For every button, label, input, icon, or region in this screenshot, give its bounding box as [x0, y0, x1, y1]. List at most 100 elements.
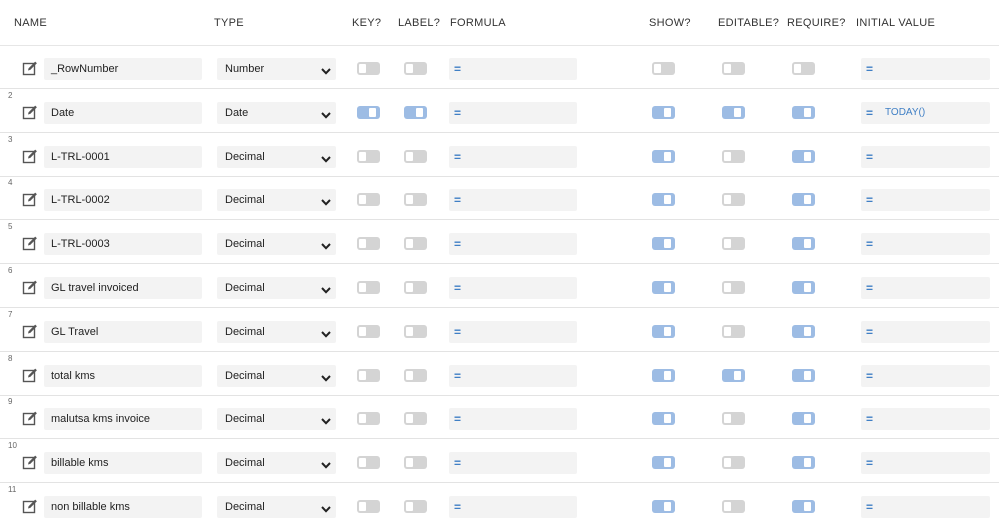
label-toggle[interactable]	[404, 412, 427, 425]
initial-value-field[interactable]: =	[861, 452, 990, 474]
show-toggle[interactable]	[652, 325, 675, 338]
require-toggle[interactable]	[792, 500, 815, 513]
editable-toggle[interactable]	[722, 369, 745, 382]
type-select[interactable]: Decimal	[217, 277, 336, 299]
show-toggle[interactable]	[652, 62, 675, 75]
initial-value-field[interactable]: =	[861, 321, 990, 343]
label-toggle[interactable]	[404, 237, 427, 250]
label-toggle[interactable]	[404, 456, 427, 469]
show-toggle[interactable]	[652, 412, 675, 425]
key-toggle[interactable]	[357, 150, 380, 163]
formula-field[interactable]: =	[449, 233, 577, 255]
editable-toggle[interactable]	[722, 62, 745, 75]
type-select[interactable]: Decimal	[217, 146, 336, 168]
require-toggle[interactable]	[792, 325, 815, 338]
key-toggle[interactable]	[357, 325, 380, 338]
edit-icon[interactable]	[22, 60, 38, 76]
label-toggle[interactable]	[404, 150, 427, 163]
require-toggle[interactable]	[792, 456, 815, 469]
initial-value-field[interactable]: =	[861, 146, 990, 168]
type-select[interactable]: Decimal	[217, 365, 336, 387]
editable-toggle[interactable]	[722, 150, 745, 163]
key-toggle[interactable]	[357, 106, 380, 119]
column-name-field[interactable]: billable kms	[44, 452, 202, 474]
require-toggle[interactable]	[792, 281, 815, 294]
edit-icon[interactable]	[22, 323, 38, 339]
initial-value-field[interactable]: = TODAY()	[861, 102, 990, 124]
editable-toggle[interactable]	[722, 281, 745, 294]
edit-icon[interactable]	[22, 498, 38, 514]
require-toggle[interactable]	[792, 237, 815, 250]
column-name-field[interactable]: L-TRL-0002	[44, 189, 202, 211]
formula-field[interactable]: =	[449, 189, 577, 211]
edit-icon[interactable]	[22, 454, 38, 470]
formula-field[interactable]: =	[449, 408, 577, 430]
formula-field[interactable]: =	[449, 365, 577, 387]
type-select[interactable]: Decimal	[217, 189, 336, 211]
formula-field[interactable]: =	[449, 496, 577, 518]
key-toggle[interactable]	[357, 193, 380, 206]
label-toggle[interactable]	[404, 193, 427, 206]
label-toggle[interactable]	[404, 62, 427, 75]
require-toggle[interactable]	[792, 412, 815, 425]
column-name-field[interactable]: _RowNumber	[44, 58, 202, 80]
label-toggle[interactable]	[404, 500, 427, 513]
show-toggle[interactable]	[652, 237, 675, 250]
type-select[interactable]: Date	[217, 102, 336, 124]
key-toggle[interactable]	[357, 500, 380, 513]
column-name-field[interactable]: GL travel invoiced	[44, 277, 202, 299]
edit-icon[interactable]	[22, 367, 38, 383]
key-toggle[interactable]	[357, 62, 380, 75]
column-name-field[interactable]: malutsa kms invoice	[44, 408, 202, 430]
edit-icon[interactable]	[22, 104, 38, 120]
type-select[interactable]: Decimal	[217, 452, 336, 474]
type-select[interactable]: Decimal	[217, 408, 336, 430]
initial-value-field[interactable]: =	[861, 233, 990, 255]
type-select[interactable]: Decimal	[217, 233, 336, 255]
editable-toggle[interactable]	[722, 500, 745, 513]
edit-icon[interactable]	[22, 235, 38, 251]
type-select[interactable]: Decimal	[217, 321, 336, 343]
formula-field[interactable]: =	[449, 102, 577, 124]
initial-value-field[interactable]: =	[861, 408, 990, 430]
column-name-field[interactable]: Date	[44, 102, 202, 124]
show-toggle[interactable]	[652, 500, 675, 513]
show-toggle[interactable]	[652, 456, 675, 469]
column-name-field[interactable]: GL Travel	[44, 321, 202, 343]
label-toggle[interactable]	[404, 106, 427, 119]
key-toggle[interactable]	[357, 456, 380, 469]
edit-icon[interactable]	[22, 191, 38, 207]
formula-field[interactable]: =	[449, 58, 577, 80]
key-toggle[interactable]	[357, 237, 380, 250]
key-toggle[interactable]	[357, 281, 380, 294]
require-toggle[interactable]	[792, 150, 815, 163]
show-toggle[interactable]	[652, 106, 675, 119]
editable-toggle[interactable]	[722, 193, 745, 206]
show-toggle[interactable]	[652, 193, 675, 206]
label-toggle[interactable]	[404, 325, 427, 338]
editable-toggle[interactable]	[722, 456, 745, 469]
column-name-field[interactable]: L-TRL-0001	[44, 146, 202, 168]
label-toggle[interactable]	[404, 281, 427, 294]
initial-value-field[interactable]: =	[861, 189, 990, 211]
edit-icon[interactable]	[22, 148, 38, 164]
column-name-field[interactable]: non billable kms	[44, 496, 202, 518]
require-toggle[interactable]	[792, 62, 815, 75]
show-toggle[interactable]	[652, 281, 675, 294]
editable-toggle[interactable]	[722, 106, 745, 119]
column-name-field[interactable]: total kms	[44, 365, 202, 387]
editable-toggle[interactable]	[722, 412, 745, 425]
require-toggle[interactable]	[792, 106, 815, 119]
key-toggle[interactable]	[357, 412, 380, 425]
formula-field[interactable]: =	[449, 277, 577, 299]
initial-value-field[interactable]: =	[861, 58, 990, 80]
show-toggle[interactable]	[652, 150, 675, 163]
initial-value-field[interactable]: =	[861, 365, 990, 387]
require-toggle[interactable]	[792, 369, 815, 382]
show-toggle[interactable]	[652, 369, 675, 382]
initial-value-field[interactable]: =	[861, 277, 990, 299]
editable-toggle[interactable]	[722, 237, 745, 250]
key-toggle[interactable]	[357, 369, 380, 382]
column-name-field[interactable]: L-TRL-0003	[44, 233, 202, 255]
edit-icon[interactable]	[22, 279, 38, 295]
